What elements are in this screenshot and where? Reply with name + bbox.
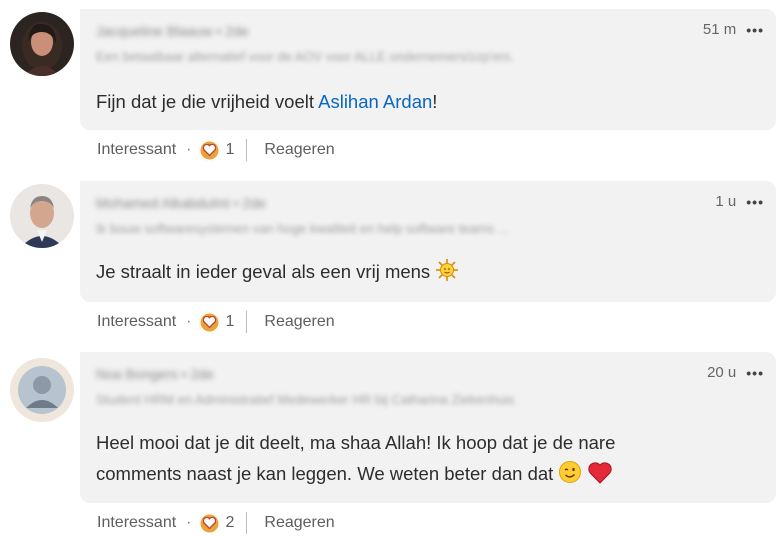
more-options-icon[interactable]: ••• bbox=[746, 22, 764, 38]
connection-degree: • 2de bbox=[233, 195, 266, 211]
mention-link[interactable]: Aslihan Ardan bbox=[318, 91, 432, 112]
comment-meta: 1 u ••• bbox=[715, 193, 764, 210]
author-headline: Student HRM en Administratief Medewerker… bbox=[96, 392, 515, 407]
comment-actions: Interessant · 1 Reageren bbox=[97, 139, 335, 161]
comment-actions: Interessant · 2 Reageren bbox=[97, 512, 335, 534]
reply-button[interactable]: Reageren bbox=[264, 141, 334, 159]
author-headline: Een betaalbaar alternatief voor de AOV v… bbox=[96, 49, 515, 64]
comment-timestamp: 1 u bbox=[715, 193, 737, 210]
sun-emoji-icon bbox=[435, 258, 459, 291]
heart-reaction-icon[interactable] bbox=[199, 139, 221, 161]
comment-bubble: Mohamed Alkabdulmi • 2de Ik bouw softwar… bbox=[80, 181, 776, 302]
avatar[interactable] bbox=[10, 184, 74, 248]
comment-timestamp: 51 m bbox=[702, 21, 737, 38]
reply-button[interactable]: Reageren bbox=[264, 313, 334, 331]
comment-bubble: Jacqueline Blaauw • 2de Een betaalbaar a… bbox=[80, 9, 776, 130]
separator-dot: · bbox=[186, 313, 192, 330]
reply-button[interactable]: Reageren bbox=[264, 514, 334, 532]
heart-reaction-icon[interactable] bbox=[199, 311, 221, 333]
comment-text: Je straalt in ieder geval als een vrij m… bbox=[96, 256, 459, 291]
reaction-count[interactable]: 1 bbox=[225, 313, 234, 331]
comment-bubble: Noa Bongers • 2de Student HRM en Adminis… bbox=[80, 352, 776, 503]
heart-reaction-icon[interactable] bbox=[199, 512, 221, 534]
like-button[interactable]: Interessant bbox=[97, 514, 176, 532]
author-headline: Ik bouw softwaresystemen van hoge kwalit… bbox=[96, 221, 509, 236]
divider bbox=[246, 139, 248, 161]
divider bbox=[246, 311, 248, 333]
avatar[interactable] bbox=[10, 358, 74, 422]
comment-text-end: ! bbox=[432, 91, 438, 112]
comment-timestamp: 20 u bbox=[707, 364, 737, 381]
wink-emoji-icon bbox=[558, 460, 582, 493]
like-button[interactable]: Interessant bbox=[97, 141, 176, 159]
author-name-line[interactable]: Jacqueline Blaauw • 2de bbox=[96, 23, 249, 39]
author-name[interactable]: Jacqueline Blaauw bbox=[96, 23, 213, 39]
comment-text-body: comments naast je kan leggen. We weten b… bbox=[96, 463, 554, 484]
comment-meta: 20 u ••• bbox=[707, 364, 764, 381]
comment-meta: 51 m ••• bbox=[703, 21, 764, 38]
comment-text-line: Heel mooi dat je dit deelt, ma shaa Alla… bbox=[96, 432, 616, 453]
comment-text: Heel mooi dat je dit deelt, ma shaa Alla… bbox=[96, 427, 615, 493]
separator-dot: · bbox=[186, 514, 192, 531]
divider bbox=[246, 512, 248, 534]
connection-degree: • 2de bbox=[216, 23, 249, 39]
comment-text-start: Fijn dat je die vrijheid voelt bbox=[96, 91, 319, 112]
like-button[interactable]: Interessant bbox=[97, 313, 176, 331]
more-options-icon[interactable]: ••• bbox=[746, 194, 764, 210]
reaction-count[interactable]: 1 bbox=[225, 141, 234, 159]
comment-text-line: comments naast je kan leggen. We weten b… bbox=[96, 458, 615, 493]
author-name-line[interactable]: Noa Bongers • 2de bbox=[96, 366, 214, 382]
separator-dot: · bbox=[186, 141, 192, 158]
comment-text: Fijn dat je die vrijheid voelt Aslihan A… bbox=[96, 86, 437, 117]
reaction-count[interactable]: 2 bbox=[225, 514, 234, 532]
more-options-icon[interactable]: ••• bbox=[746, 365, 764, 381]
red-heart-emoji-icon bbox=[587, 462, 612, 493]
comment-actions: Interessant · 1 Reageren bbox=[97, 311, 335, 333]
author-name-line[interactable]: Mohamed Alkabdulmi • 2de bbox=[96, 195, 266, 211]
connection-degree: • 2de bbox=[181, 366, 214, 382]
comment-text-body: Je straalt in ieder geval als een vrij m… bbox=[96, 261, 431, 282]
author-name[interactable]: Noa Bongers bbox=[96, 366, 178, 382]
avatar[interactable] bbox=[10, 12, 74, 76]
author-name[interactable]: Mohamed Alkabdulmi bbox=[96, 195, 230, 211]
